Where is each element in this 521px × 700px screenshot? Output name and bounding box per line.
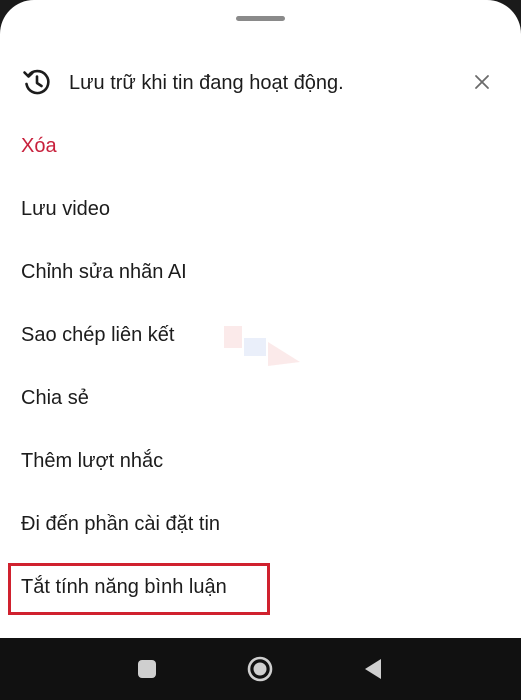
history-icon	[23, 69, 50, 95]
system-navigation-bar	[0, 638, 521, 700]
bottom-sheet: Lưu trữ khi tin đang hoạt động. Xóa Lưu …	[0, 0, 521, 638]
sheet-header: Lưu trữ khi tin đang hoạt động.	[0, 62, 521, 104]
menu-item-copy-link[interactable]: Sao chép liên kết	[21, 324, 174, 347]
menu-item-story-settings[interactable]: Đi đến phần cài đặt tin	[21, 513, 220, 536]
menu-item-share[interactable]: Chia sẻ	[21, 387, 89, 410]
highlight-box	[8, 563, 270, 615]
close-icon[interactable]	[472, 72, 492, 92]
menu-item-edit-ai-label[interactable]: Chỉnh sửa nhãn AI	[21, 261, 187, 284]
recents-square-icon[interactable]	[132, 654, 162, 684]
drag-handle[interactable]	[236, 16, 285, 21]
header-text: Lưu trữ khi tin đang hoạt động.	[69, 72, 344, 94]
back-triangle-icon[interactable]	[358, 654, 388, 684]
watermark-logo	[224, 326, 300, 366]
home-circle-icon[interactable]	[245, 654, 275, 684]
menu-item-save-video[interactable]: Lưu video	[21, 198, 110, 221]
menu-item-add-mention[interactable]: Thêm lượt nhắc	[21, 450, 163, 473]
menu-item-delete[interactable]: Xóa	[21, 135, 57, 158]
